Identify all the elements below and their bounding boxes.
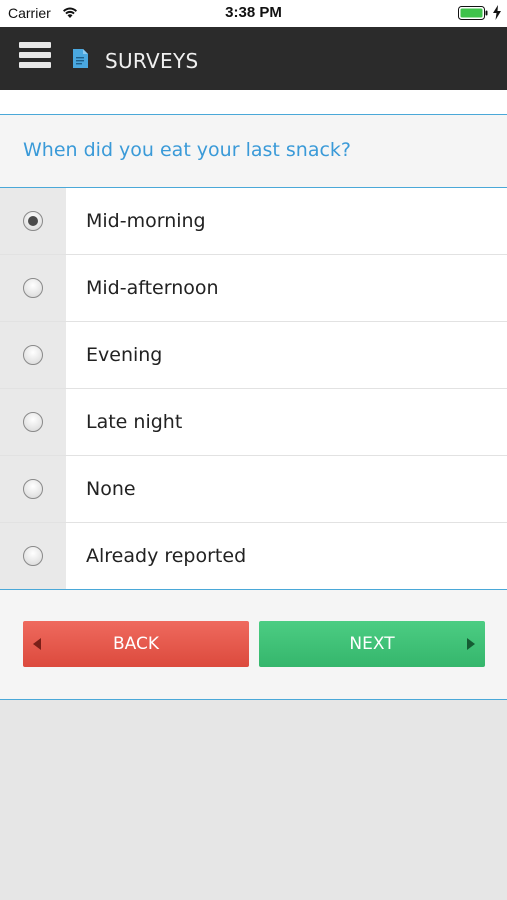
option-label: Evening <box>86 344 163 366</box>
option-label: Already reported <box>86 545 247 567</box>
radio-button-selected[interactable] <box>23 211 43 231</box>
answer-options: Mid-morning Mid-afternoon Evening Late n… <box>0 187 507 590</box>
status-bar: Carrier 3:38 PM <box>0 0 507 27</box>
radio-cell[interactable] <box>0 322 66 388</box>
hamburger-icon[interactable] <box>19 42 51 75</box>
option-mid-morning[interactable]: Mid-morning <box>0 188 507 255</box>
survey-card: When did you eat your last snack? Mid-mo… <box>0 115 507 700</box>
radio-cell[interactable] <box>0 389 66 455</box>
survey-question: When did you eat your last snack? <box>23 139 352 161</box>
radio-cell[interactable] <box>0 523 66 589</box>
option-evening[interactable]: Evening <box>0 322 507 389</box>
document-icon <box>73 49 88 68</box>
option-label: Mid-afternoon <box>86 277 219 299</box>
nav-bar: SURVEYS <box>0 27 507 90</box>
battery-icon <box>458 6 488 20</box>
radio-button[interactable] <box>23 546 43 566</box>
option-label: Mid-morning <box>86 210 206 232</box>
next-button-label: NEXT <box>349 634 395 654</box>
radio-button[interactable] <box>23 278 43 298</box>
radio-cell[interactable] <box>0 456 66 522</box>
arrow-left-icon <box>33 638 41 650</box>
option-label: None <box>86 478 136 500</box>
header-spacer <box>0 90 507 115</box>
radio-cell[interactable] <box>0 188 66 254</box>
page-title: SURVEYS <box>105 49 199 73</box>
option-already-reported[interactable]: Already reported <box>0 523 507 589</box>
radio-button[interactable] <box>23 345 43 365</box>
option-label: Late night <box>86 411 183 433</box>
option-none[interactable]: None <box>0 456 507 523</box>
back-button-label: BACK <box>112 634 159 654</box>
status-time: 3:38 PM <box>225 4 282 21</box>
next-button[interactable]: NEXT <box>259 621 485 667</box>
charging-bolt-icon <box>493 5 501 20</box>
back-button[interactable]: BACK <box>23 621 249 667</box>
radio-cell[interactable] <box>0 255 66 321</box>
radio-button[interactable] <box>23 412 43 432</box>
radio-button[interactable] <box>23 479 43 499</box>
arrow-right-icon <box>467 638 475 650</box>
option-late-night[interactable]: Late night <box>0 389 507 456</box>
option-mid-afternoon[interactable]: Mid-afternoon <box>0 255 507 322</box>
